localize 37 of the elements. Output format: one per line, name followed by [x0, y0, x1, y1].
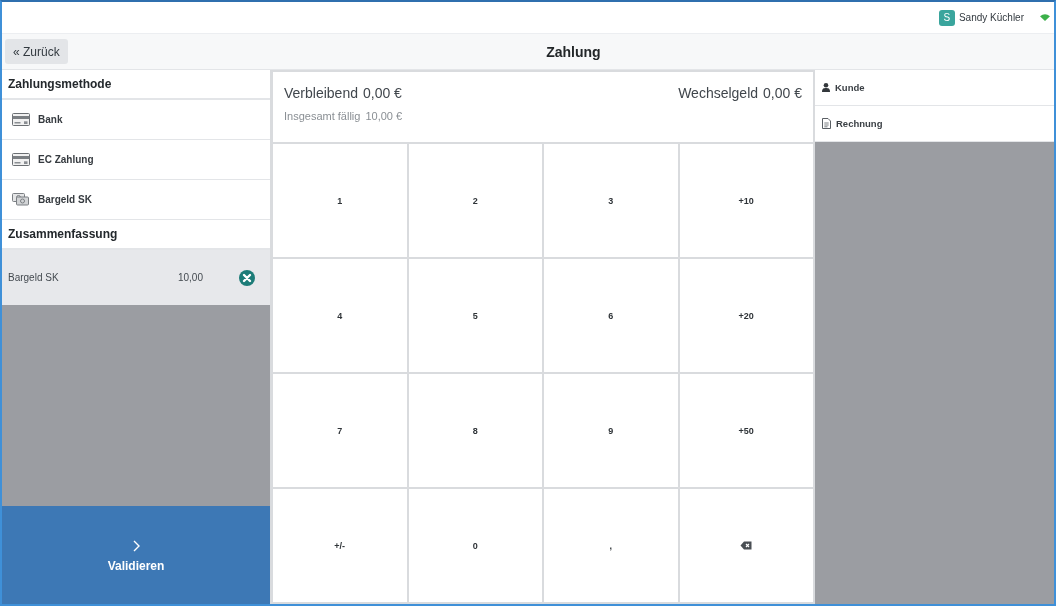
numpad-key[interactable]: 0 [408, 489, 542, 602]
cash-icon [12, 193, 30, 206]
total-due-amount: 10,00 € [365, 110, 403, 122]
card-icon [12, 113, 30, 126]
numpad-key[interactable]: 8 [408, 374, 542, 487]
user-avatar: S [938, 9, 955, 26]
numpad-key[interactable]: +20 [679, 259, 813, 372]
chevron-right-icon [132, 540, 140, 552]
numpad-key[interactable]: 6 [544, 259, 678, 372]
numpad-key[interactable]: 4 [273, 259, 407, 372]
numpad-key[interactable]: 1 [273, 144, 407, 257]
summary-method: Bargeld SK [8, 272, 59, 283]
remaining-amount: 0,00 € [362, 85, 402, 101]
numpad-key[interactable]: +50 [679, 374, 813, 487]
user-icon [822, 83, 830, 92]
change-label: Wechselgeld [678, 85, 759, 101]
numpad-key[interactable]: +10 [679, 144, 813, 257]
wifi-icon [1040, 14, 1050, 21]
numpad-key[interactable]: +/- [273, 489, 407, 602]
change-amount: 0,00 € [763, 85, 802, 101]
numpad-key[interactable]: 5 [408, 259, 542, 372]
numpad-key[interactable]: 2 [408, 144, 542, 257]
summary-amount: 10,00 [177, 272, 203, 283]
card-icon [12, 153, 30, 166]
document-icon [822, 118, 831, 129]
close-icon[interactable] [239, 269, 255, 286]
numpad-key[interactable]: , [544, 489, 678, 602]
numpad-key[interactable]: 3 [544, 144, 678, 257]
backspace-icon [740, 541, 753, 550]
remaining-label: Verbleibend [284, 85, 358, 101]
total-due-label: Insgesamt fällig [284, 110, 361, 122]
user-name: Sandy Küchler [958, 12, 1024, 23]
page-title: Zahlung [546, 43, 601, 60]
numpad-key[interactable]: 9 [544, 374, 678, 487]
numpad-key[interactable]: 7 [273, 374, 407, 487]
back-button[interactable]: « Zurück [5, 39, 68, 64]
validate-button[interactable]: Validieren [2, 506, 270, 604]
